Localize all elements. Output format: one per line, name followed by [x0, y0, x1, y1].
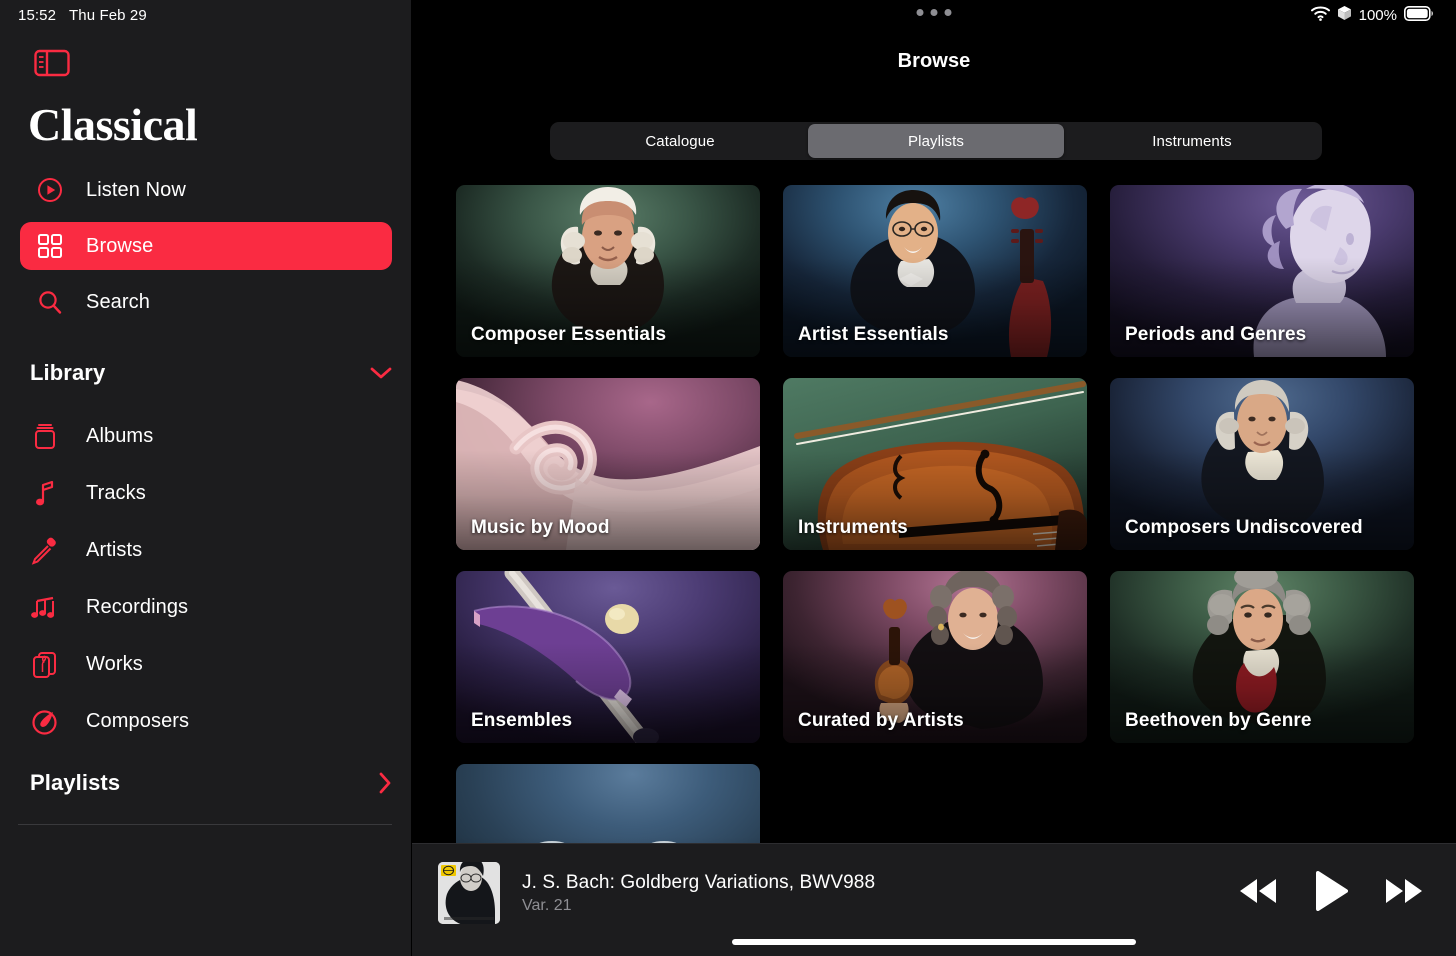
album-artwork[interactable] [438, 862, 500, 924]
sidebar-divider [18, 824, 392, 825]
main-content: 100% Browse Catalogue Playlists Instrume… [412, 0, 1456, 956]
sidebar-item-search[interactable]: Search [20, 278, 392, 326]
sidebar-item-artists[interactable]: Artists [30, 522, 402, 579]
multitask-dot [944, 9, 952, 16]
card-periods-and-genres[interactable]: Periods and Genres [1110, 185, 1414, 357]
tab-catalogue[interactable]: Catalogue [552, 124, 808, 158]
playlist-card-grid: Composer Essentials Artist Essentials Pe… [456, 185, 1456, 936]
card-ensembles[interactable]: Ensembles [456, 571, 760, 743]
card-caption: Beethoven by Genre [1125, 710, 1312, 731]
tab-label: Catalogue [645, 132, 715, 150]
fast-forward-icon[interactable] [1382, 876, 1426, 911]
microphone-icon [30, 536, 60, 566]
tab-instruments[interactable]: Instruments [1064, 124, 1320, 158]
card-music-by-mood[interactable]: Music by Mood [456, 378, 760, 550]
multitask-dot [930, 9, 938, 16]
sidebar-item-label: Artists [86, 539, 143, 561]
play-icon[interactable] [1314, 870, 1348, 916]
status-date: Thu Feb 29 [69, 7, 147, 24]
battery-icon [1404, 5, 1434, 25]
library-section-header[interactable]: Library [30, 360, 392, 386]
search-icon [36, 288, 64, 316]
multitasking-control[interactable] [916, 9, 952, 16]
wifi-icon [1310, 6, 1330, 25]
sidebar-item-browse[interactable]: Browse [20, 222, 392, 270]
playback-controls [1236, 870, 1432, 916]
sidebar-item-label: Tracks [86, 482, 146, 504]
works-icon [30, 650, 60, 680]
sidebar-item-label: Search [86, 290, 150, 313]
library-list: Albums Tracks Artists Recordings Works C… [30, 408, 402, 750]
sidebar: 15:52 Thu Feb 29 Classical Listen Now Br… [0, 0, 412, 956]
browse-segmented-control: Catalogue Playlists Instruments [550, 122, 1322, 160]
card-beethoven-by-genre[interactable]: Beethoven by Genre [1110, 571, 1414, 743]
card-caption: Composers Undiscovered [1125, 517, 1363, 538]
card-composers-undiscovered[interactable]: Composers Undiscovered [1110, 378, 1414, 550]
sidebar-item-label: Composers [86, 710, 190, 732]
sidebar-item-label: Browse [86, 234, 154, 257]
card-caption: Curated by Artists [798, 710, 964, 731]
now-playing-title: J. S. Bach: Goldberg Variations, BWV988 [522, 871, 876, 893]
card-caption: Artist Essentials [798, 324, 949, 345]
sidebar-item-label: Albums [86, 425, 154, 447]
card-caption: Composer Essentials [471, 324, 667, 345]
card-instruments[interactable]: Instruments [783, 378, 1087, 550]
package-icon [1337, 5, 1352, 25]
chevron-down-icon[interactable] [370, 366, 392, 380]
now-playing-text: J. S. Bach: Goldberg Variations, BWV988 … [522, 872, 1236, 915]
sidebar-item-label: Recordings [86, 596, 189, 618]
music-note-icon [30, 479, 60, 509]
status-bar-left: 15:52 Thu Feb 29 [18, 7, 147, 24]
now-playing-subtitle: Var. 21 [522, 896, 572, 914]
card-caption: Ensembles [471, 710, 573, 731]
card-composer-essentials[interactable]: Composer Essentials [456, 185, 760, 357]
composer-icon [30, 707, 60, 737]
sidebar-toggle-icon[interactable] [34, 48, 70, 78]
sidebar-item-listen-now[interactable]: Listen Now [20, 166, 392, 214]
chevron-right-icon[interactable] [378, 772, 392, 794]
primary-nav: Listen Now Browse Search [20, 166, 392, 334]
ipad-classical-app: 15:52 Thu Feb 29 Classical Listen Now Br… [0, 0, 1456, 956]
library-section-title: Library [30, 360, 106, 385]
album-icon [30, 422, 60, 452]
main-page-title: Browse [897, 50, 971, 72]
multitask-dot [916, 9, 924, 16]
home-indicator[interactable] [732, 939, 1136, 945]
card-curated-by-artists[interactable]: Curated by Artists [783, 571, 1087, 743]
tab-playlists[interactable]: Playlists [808, 124, 1064, 158]
grid-icon [36, 232, 64, 260]
playlists-section-header[interactable]: Playlists [30, 770, 392, 796]
page-title: Classical [28, 99, 198, 150]
play-circle-icon [36, 176, 64, 204]
card-caption: Periods and Genres [1125, 324, 1307, 345]
rewind-icon[interactable] [1236, 876, 1280, 911]
status-time: 15:52 [18, 7, 57, 24]
sidebar-item-tracks[interactable]: Tracks [30, 465, 402, 522]
sidebar-item-albums[interactable]: Albums [30, 408, 402, 465]
tab-label: Instruments [1152, 132, 1232, 150]
sidebar-item-label: Listen Now [86, 178, 186, 201]
tab-label: Playlists [908, 132, 964, 150]
sidebar-item-label: Works [86, 653, 143, 675]
battery-percent-label: 100% [1358, 6, 1397, 24]
status-bar-right: 100% [1310, 5, 1434, 25]
music-notes-icon [30, 593, 60, 623]
sidebar-item-recordings[interactable]: Recordings [30, 579, 402, 636]
playlists-section-title: Playlists [30, 770, 121, 795]
sidebar-item-works[interactable]: Works [30, 636, 402, 693]
card-artist-essentials[interactable]: Artist Essentials [783, 185, 1087, 357]
sidebar-item-composers[interactable]: Composers [30, 693, 402, 750]
card-caption: Music by Mood [471, 517, 610, 538]
card-caption: Instruments [798, 517, 908, 538]
